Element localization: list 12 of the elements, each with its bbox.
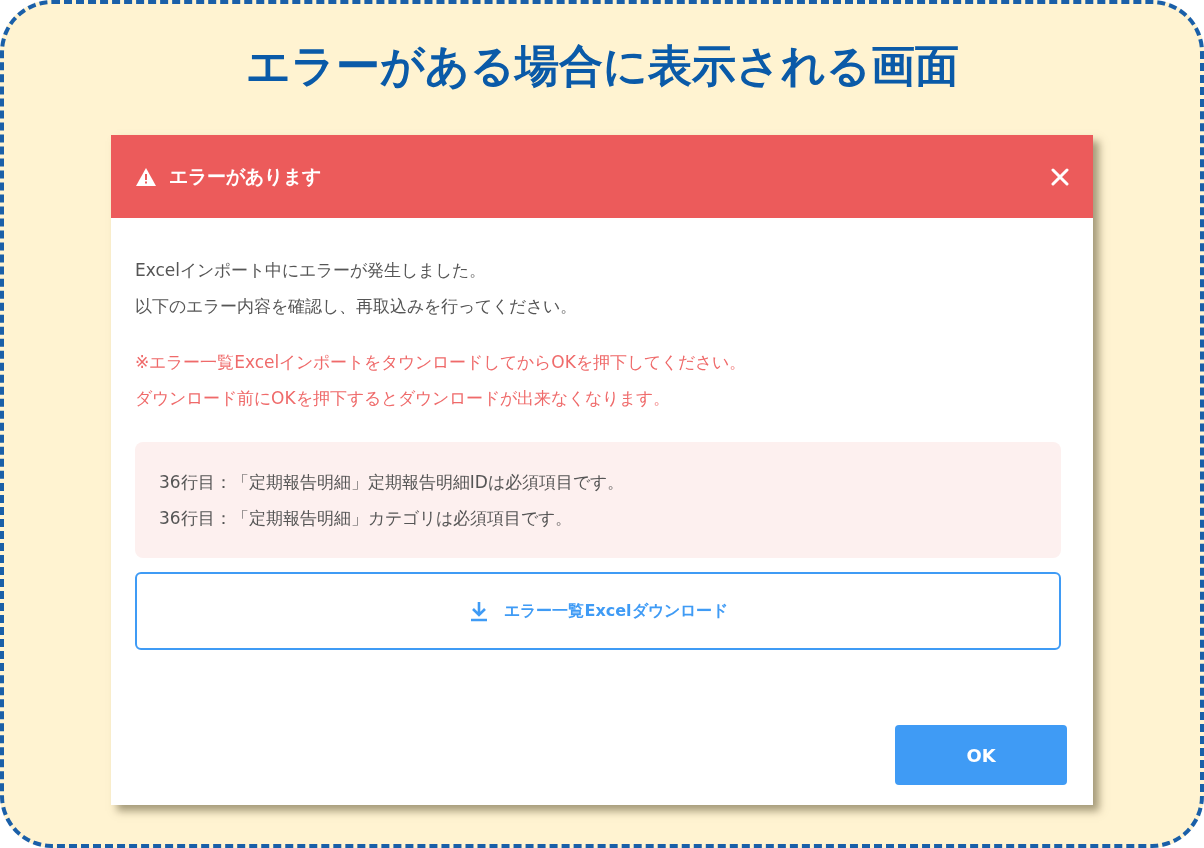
warning-text: ※エラー一覧ExcelインポートをタウンロードしてからOKを押下してください。 [135, 351, 747, 374]
ok-button[interactable]: OK [895, 725, 1067, 785]
banner-title: エラーがある場合に表示される画面 [245, 39, 959, 93]
message-text: Excelインポート中にエラーが発生しました。 [135, 259, 488, 282]
warning-icon [135, 166, 157, 187]
message-text: 以下のエラー内容を確認し、再取込みを行ってください。 [135, 295, 578, 318]
warning-text: ダウンロード前にOKを押下するとダウンロードが出来なくなります。 [135, 387, 671, 410]
error-message: 36行目：「定期報告明細」定期報告明細IDは必須項目です。 [159, 471, 625, 494]
close-button[interactable] [1051, 167, 1069, 186]
download-button[interactable]: エラー一覧Excelダウンロード [135, 572, 1061, 650]
dialog-title: エラーがあります [169, 163, 322, 189]
error-message: 36行目：「定期報告明細」カテゴリは必須項目です。 [159, 507, 573, 530]
